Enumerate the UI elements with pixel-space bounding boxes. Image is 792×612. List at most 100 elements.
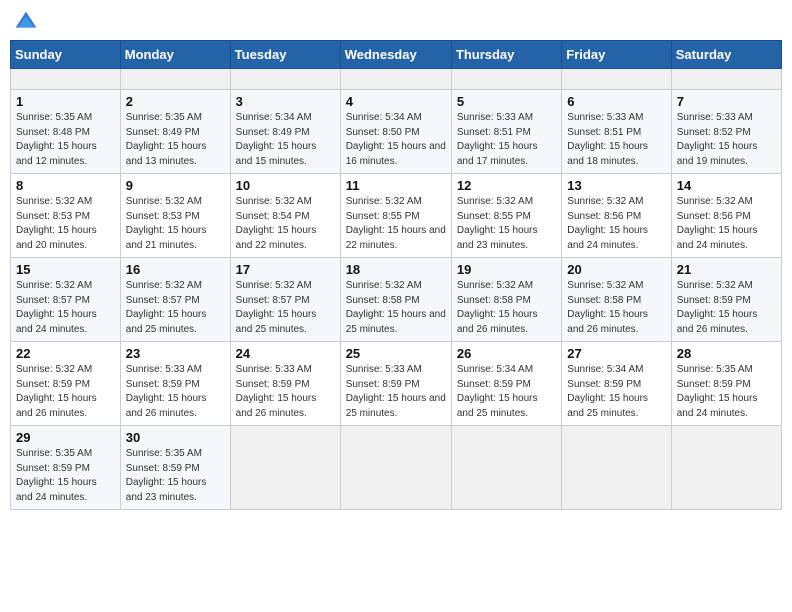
day-cell-content: Sunrise: 5:32 AMSunset: 8:58 PMDaylight:… [346,279,446,337]
calendar-day-cell: 10Sunrise: 5:32 AMSunset: 8:54 PMDayligh… [230,174,340,258]
day-number: 18 [346,262,446,277]
calendar-day-cell: 15 Sunrise: 5:32 AMSunset: 8:57 PMDayligh… [11,258,121,342]
day-of-week-header: Monday [120,41,230,69]
day-number: 12 [457,178,556,193]
calendar-week-row: 8 Sunrise: 5:32 AMSunset: 8:53 PMDaylight… [11,174,782,258]
day-cell-content: Sunrise: 5:32 AMSunset: 8:58 PMDaylight:… [567,279,665,337]
calendar-header-row: SundayMondayTuesdayWednesdayThursdayFrid… [11,41,782,69]
day-cell-content: Sunrise: 5:35 AMSunset: 8:59 PMDaylight:… [126,447,225,505]
calendar-day-cell: 23 Sunrise: 5:33 AMSunset: 8:59 PMDayligh… [120,342,230,426]
day-cell-content: Sunrise: 5:32 AMSunset: 8:57 PMDaylight:… [126,279,225,337]
calendar-day-cell: 5Sunrise: 5:33 AMSunset: 8:51 PMDaylight… [451,90,561,174]
calendar-day-cell: 3 Sunrise: 5:34 AMSunset: 8:49 PMDaylight… [230,90,340,174]
day-number: 22 [16,346,115,361]
calendar-day-cell [562,426,671,510]
calendar-day-cell: 18 Sunrise: 5:32 AMSunset: 8:58 PMDayligh… [340,258,451,342]
day-number: 25 [346,346,446,361]
calendar-day-cell [562,69,671,90]
calendar-day-cell: 28 Sunrise: 5:35 AMSunset: 8:59 PMDayligh… [671,342,781,426]
day-number: 29 [16,430,115,445]
calendar-day-cell [11,69,121,90]
day-cell-content: Sunrise: 5:34 AMSunset: 8:49 PMDaylight:… [236,111,335,169]
calendar-day-cell [230,426,340,510]
day-number: 11 [346,178,446,193]
day-of-week-header: Wednesday [340,41,451,69]
day-number: 8 [16,178,115,193]
calendar-table: SundayMondayTuesdayWednesdayThursdayFrid… [10,40,782,510]
day-number: 16 [126,262,225,277]
calendar-day-cell: 24Sunrise: 5:33 AMSunset: 8:59 PMDayligh… [230,342,340,426]
day-cell-content: Sunrise: 5:32 AMSunset: 8:54 PMDaylight:… [236,195,335,253]
day-number: 28 [677,346,776,361]
day-cell-content: Sunrise: 5:32 AMSunset: 8:55 PMDaylight:… [346,195,446,253]
calendar-day-cell [340,426,451,510]
day-number: 27 [567,346,665,361]
calendar-day-cell: 14 Sunrise: 5:32 AMSunset: 8:56 PMDayligh… [671,174,781,258]
day-cell-content: Sunrise: 5:34 AMSunset: 8:59 PMDaylight:… [567,363,665,421]
calendar-week-row: 29 Sunrise: 5:35 AMSunset: 8:59 PMDayligh… [11,426,782,510]
calendar-day-cell: 21Sunrise: 5:32 AMSunset: 8:59 PMDayligh… [671,258,781,342]
calendar-day-cell: 16 Sunrise: 5:32 AMSunset: 8:57 PMDayligh… [120,258,230,342]
day-cell-content: Sunrise: 5:32 AMSunset: 8:56 PMDaylight:… [567,195,665,253]
day-cell-content: Sunrise: 5:32 AMSunset: 8:57 PMDaylight:… [16,279,115,337]
calendar-day-cell: 6 Sunrise: 5:33 AMSunset: 8:51 PMDaylight… [562,90,671,174]
day-number: 15 [16,262,115,277]
day-cell-content: Sunrise: 5:32 AMSunset: 8:53 PMDaylight:… [126,195,225,253]
day-number: 1 [16,94,115,109]
day-number: 9 [126,178,225,193]
calendar-day-cell: 20 Sunrise: 5:32 AMSunset: 8:58 PMDayligh… [562,258,671,342]
day-number: 17 [236,262,335,277]
day-cell-content: Sunrise: 5:32 AMSunset: 8:53 PMDaylight:… [16,195,115,253]
calendar-day-cell [451,426,561,510]
day-of-week-header: Saturday [671,41,781,69]
calendar-day-cell: 30Sunrise: 5:35 AMSunset: 8:59 PMDayligh… [120,426,230,510]
day-number: 13 [567,178,665,193]
day-number: 26 [457,346,556,361]
calendar-day-cell: 25 Sunrise: 5:33 AMSunset: 8:59 PMDayligh… [340,342,451,426]
day-cell-content: Sunrise: 5:32 AMSunset: 8:56 PMDaylight:… [677,195,776,253]
logo [14,10,42,34]
calendar-day-cell: 2 Sunrise: 5:35 AMSunset: 8:49 PMDaylight… [120,90,230,174]
day-cell-content: Sunrise: 5:33 AMSunset: 8:59 PMDaylight:… [126,363,225,421]
calendar-week-row: 22Sunrise: 5:32 AMSunset: 8:59 PMDayligh… [11,342,782,426]
calendar-day-cell: 12 Sunrise: 5:32 AMSunset: 8:55 PMDayligh… [451,174,561,258]
calendar-day-cell [671,69,781,90]
day-cell-content: Sunrise: 5:35 AMSunset: 8:59 PMDaylight:… [677,363,776,421]
day-cell-content: Sunrise: 5:32 AMSunset: 8:55 PMDaylight:… [457,195,556,253]
calendar-week-row [11,69,782,90]
day-number: 6 [567,94,665,109]
day-cell-content: Sunrise: 5:32 AMSunset: 8:58 PMDaylight:… [457,279,556,337]
day-number: 14 [677,178,776,193]
day-number: 23 [126,346,225,361]
calendar-day-cell [120,69,230,90]
day-number: 20 [567,262,665,277]
calendar-day-cell: 7Sunrise: 5:33 AMSunset: 8:52 PMDaylight… [671,90,781,174]
day-cell-content: Sunrise: 5:35 AMSunset: 8:48 PMDaylight:… [16,111,115,169]
calendar-day-cell: 8 Sunrise: 5:32 AMSunset: 8:53 PMDaylight… [11,174,121,258]
day-cell-content: Sunrise: 5:35 AMSunset: 8:49 PMDaylight:… [126,111,225,169]
day-cell-content: Sunrise: 5:33 AMSunset: 8:59 PMDaylight:… [346,363,446,421]
calendar-week-row: 15 Sunrise: 5:32 AMSunset: 8:57 PMDayligh… [11,258,782,342]
calendar-day-cell: 1 Sunrise: 5:35 AMSunset: 8:48 PMDaylight… [11,90,121,174]
calendar-day-cell [340,69,451,90]
calendar-day-cell: 27 Sunrise: 5:34 AMSunset: 8:59 PMDayligh… [562,342,671,426]
calendar-week-row: 1 Sunrise: 5:35 AMSunset: 8:48 PMDaylight… [11,90,782,174]
calendar-day-cell: 26Sunrise: 5:34 AMSunset: 8:59 PMDayligh… [451,342,561,426]
day-cell-content: Sunrise: 5:33 AMSunset: 8:59 PMDaylight:… [236,363,335,421]
day-cell-content: Sunrise: 5:35 AMSunset: 8:59 PMDaylight:… [16,447,115,505]
day-cell-content: Sunrise: 5:33 AMSunset: 8:51 PMDaylight:… [457,111,556,169]
day-cell-content: Sunrise: 5:32 AMSunset: 8:57 PMDaylight:… [236,279,335,337]
day-cell-content: Sunrise: 5:33 AMSunset: 8:51 PMDaylight:… [567,111,665,169]
calendar-day-cell: 22Sunrise: 5:32 AMSunset: 8:59 PMDayligh… [11,342,121,426]
calendar-day-cell: 17 Sunrise: 5:32 AMSunset: 8:57 PMDayligh… [230,258,340,342]
calendar-day-cell: 13 Sunrise: 5:32 AMSunset: 8:56 PMDayligh… [562,174,671,258]
calendar-day-cell: 4Sunrise: 5:34 AMSunset: 8:50 PMDaylight… [340,90,451,174]
calendar-day-cell [671,426,781,510]
day-of-week-header: Thursday [451,41,561,69]
day-number: 19 [457,262,556,277]
day-cell-content: Sunrise: 5:34 AMSunset: 8:50 PMDaylight:… [346,111,446,169]
day-number: 3 [236,94,335,109]
calendar-day-cell [451,69,561,90]
calendar-day-cell: 9 Sunrise: 5:32 AMSunset: 8:53 PMDaylight… [120,174,230,258]
day-number: 2 [126,94,225,109]
